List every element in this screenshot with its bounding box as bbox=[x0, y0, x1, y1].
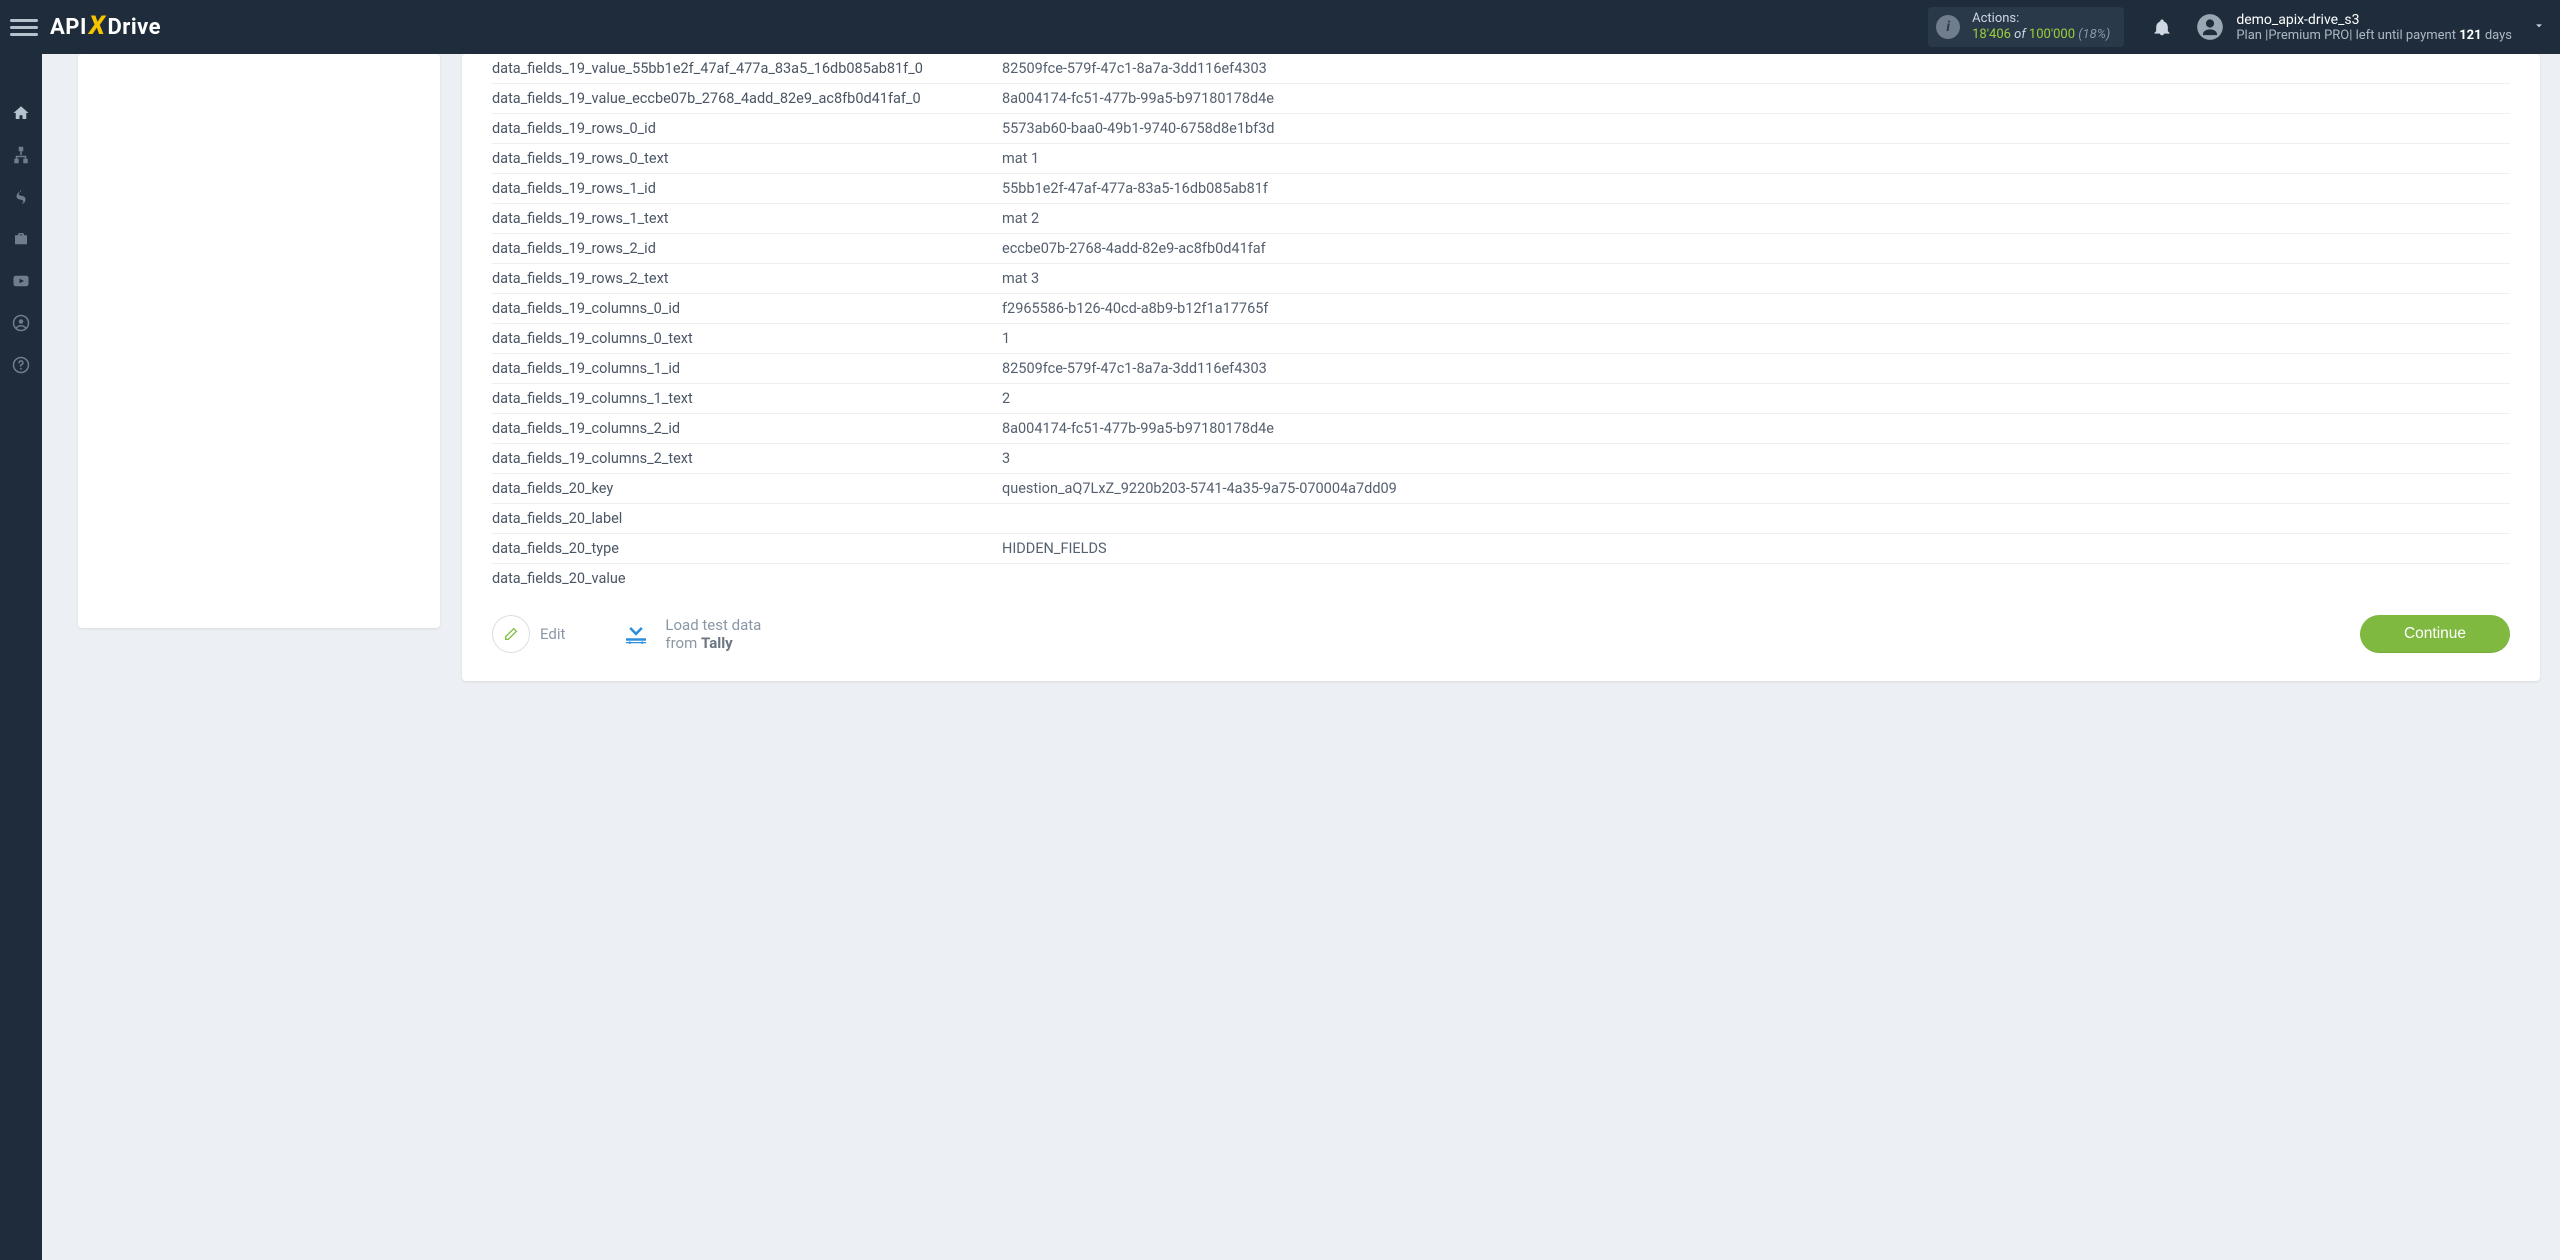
logo-text-x: X bbox=[89, 11, 106, 41]
main-panel: data_fields_19_value_55bb1e2f_47af_477a_… bbox=[462, 54, 2540, 681]
field-key: data_fields_19_value_55bb1e2f_47af_477a_… bbox=[492, 54, 1002, 84]
table-row: data_fields_20_label bbox=[492, 504, 2510, 534]
chevron-down-icon bbox=[2532, 18, 2546, 37]
table-row: data_fields_19_columns_0_idf2965586-b126… bbox=[492, 294, 2510, 324]
sidebar-video[interactable] bbox=[0, 260, 42, 302]
field-value: 8a004174-fc51-477b-99a5-b97180178d4e bbox=[1002, 414, 2510, 444]
sitemap-icon bbox=[12, 146, 30, 164]
user-menu[interactable]: demo_apix-drive_s3 Plan |Premium PRO| le… bbox=[2182, 0, 2560, 54]
user-icon bbox=[2196, 13, 2224, 41]
dollar-icon bbox=[12, 188, 30, 206]
field-value: eccbe07b-2768-4add-82e9-ac8fb0d41faf bbox=[1002, 234, 2510, 264]
field-value: question_aQ7LxZ_9220b203-5741-4a35-9a75-… bbox=[1002, 474, 2510, 504]
sidebar-billing[interactable] bbox=[0, 176, 42, 218]
actions-label: Actions: bbox=[1972, 11, 2110, 27]
actions-values: 18'406 of 100'000 (18%) bbox=[1972, 27, 2110, 43]
field-value: 82509fce-579f-47c1-8a7a-3dd116ef4303 bbox=[1002, 354, 2510, 384]
load-line1: Load test data bbox=[665, 616, 761, 634]
field-value: mat 3 bbox=[1002, 264, 2510, 294]
edit-label: Edit bbox=[540, 625, 565, 643]
table-row: data_fields_19_rows_0_id5573ab60-baa0-49… bbox=[492, 114, 2510, 144]
sidebar-tools[interactable] bbox=[0, 218, 42, 260]
load-line2-source: Tally bbox=[701, 634, 733, 652]
field-value bbox=[1002, 504, 2510, 534]
hamburger-menu-icon[interactable] bbox=[10, 13, 38, 41]
field-value: 82509fce-579f-47c1-8a7a-3dd116ef4303 bbox=[1002, 54, 2510, 84]
table-row: data_fields_19_rows_2_textmat 3 bbox=[492, 264, 2510, 294]
table-row: data_fields_20_keyquestion_aQ7LxZ_9220b2… bbox=[492, 474, 2510, 504]
field-key: data_fields_19_columns_0_id bbox=[492, 294, 1002, 324]
load-line2-prefix: from bbox=[665, 634, 701, 652]
field-value: 8a004174-fc51-477b-99a5-b97180178d4e bbox=[1002, 84, 2510, 114]
sidebar-account[interactable] bbox=[0, 302, 42, 344]
user-plan: Plan |Premium PRO| left until payment 12… bbox=[2236, 28, 2512, 43]
briefcase-icon bbox=[12, 230, 30, 248]
field-key: data_fields_19_value_eccbe07b_2768_4add_… bbox=[492, 84, 1002, 114]
logo[interactable]: API X Drive bbox=[50, 12, 161, 42]
load-test-data-button[interactable]: Load test data from Tally bbox=[621, 616, 761, 652]
table-row: data_fields_19_rows_1_id55bb1e2f-47af-47… bbox=[492, 174, 2510, 204]
user-circle-icon bbox=[12, 314, 30, 332]
field-key: data_fields_20_type bbox=[492, 534, 1002, 564]
download-icon bbox=[621, 617, 651, 647]
field-value: 3 bbox=[1002, 444, 2510, 474]
sidebar-home[interactable] bbox=[0, 92, 42, 134]
table-row: data_fields_19_columns_2_text3 bbox=[492, 444, 2510, 474]
field-key: data_fields_19_columns_1_text bbox=[492, 384, 1002, 414]
field-value: 2 bbox=[1002, 384, 2510, 414]
table-row: data_fields_19_columns_1_text2 bbox=[492, 384, 2510, 414]
field-value: HIDDEN_FIELDS bbox=[1002, 534, 2510, 564]
field-value: mat 1 bbox=[1002, 144, 2510, 174]
field-key: data_fields_20_key bbox=[492, 474, 1002, 504]
field-key: data_fields_19_columns_2_id bbox=[492, 414, 1002, 444]
pencil-icon bbox=[503, 626, 519, 642]
field-key: data_fields_19_columns_0_text bbox=[492, 324, 1002, 354]
table-row: data_fields_19_columns_1_id82509fce-579f… bbox=[492, 354, 2510, 384]
table-row: data_fields_19_rows_2_ideccbe07b-2768-4a… bbox=[492, 234, 2510, 264]
field-value: 55bb1e2f-47af-477a-83a5-16db085ab81f bbox=[1002, 174, 2510, 204]
table-row: data_fields_20_value bbox=[492, 564, 2510, 594]
actions-counter[interactable]: i Actions: 18'406 of 100'000 (18%) bbox=[1928, 7, 2124, 47]
field-value: f2965586-b126-40cd-a8b9-b12f1a17765f bbox=[1002, 294, 2510, 324]
help-icon bbox=[12, 356, 30, 374]
field-value: 5573ab60-baa0-49b1-9740-6758d8e1bf3d bbox=[1002, 114, 2510, 144]
field-key: data_fields_19_rows_1_text bbox=[492, 204, 1002, 234]
table-row: data_fields_19_columns_2_id8a004174-fc51… bbox=[492, 414, 2510, 444]
table-row: data_fields_19_columns_0_text1 bbox=[492, 324, 2510, 354]
field-key: data_fields_19_columns_1_id bbox=[492, 354, 1002, 384]
field-value: mat 2 bbox=[1002, 204, 2510, 234]
field-value bbox=[1002, 564, 2510, 594]
data-fields-table: data_fields_19_value_55bb1e2f_47af_477a_… bbox=[492, 54, 2510, 593]
logo-text-a: API bbox=[50, 15, 87, 40]
youtube-icon bbox=[12, 272, 30, 290]
avatar bbox=[2190, 7, 2230, 47]
field-key: data_fields_19_columns_2_text bbox=[492, 444, 1002, 474]
field-key: data_fields_19_rows_0_text bbox=[492, 144, 1002, 174]
sidebar-help[interactable] bbox=[0, 344, 42, 386]
bell-icon bbox=[2152, 17, 2172, 37]
sidebar bbox=[0, 54, 42, 1260]
table-row: data_fields_19_rows_1_textmat 2 bbox=[492, 204, 2510, 234]
left-panel bbox=[78, 54, 440, 628]
table-row: data_fields_19_value_eccbe07b_2768_4add_… bbox=[492, 84, 2510, 114]
field-key: data_fields_19_rows_1_id bbox=[492, 174, 1002, 204]
table-row: data_fields_19_value_55bb1e2f_47af_477a_… bbox=[492, 54, 2510, 84]
home-icon bbox=[12, 104, 30, 122]
sidebar-integrations[interactable] bbox=[0, 134, 42, 176]
field-key: data_fields_19_rows_2_text bbox=[492, 264, 1002, 294]
user-name: demo_apix-drive_s3 bbox=[2236, 12, 2512, 28]
notifications-button[interactable] bbox=[2142, 7, 2182, 47]
continue-button[interactable]: Continue bbox=[2360, 615, 2510, 653]
logo-text-b: Drive bbox=[107, 15, 161, 40]
field-key: data_fields_20_value bbox=[492, 564, 1002, 594]
table-row: data_fields_19_rows_0_textmat 1 bbox=[492, 144, 2510, 174]
field-key: data_fields_20_label bbox=[492, 504, 1002, 534]
table-row: data_fields_20_typeHIDDEN_FIELDS bbox=[492, 534, 2510, 564]
info-icon: i bbox=[1936, 15, 1960, 39]
field-key: data_fields_19_rows_2_id bbox=[492, 234, 1002, 264]
field-key: data_fields_19_rows_0_id bbox=[492, 114, 1002, 144]
field-value: 1 bbox=[1002, 324, 2510, 354]
edit-button[interactable]: Edit bbox=[492, 615, 565, 653]
